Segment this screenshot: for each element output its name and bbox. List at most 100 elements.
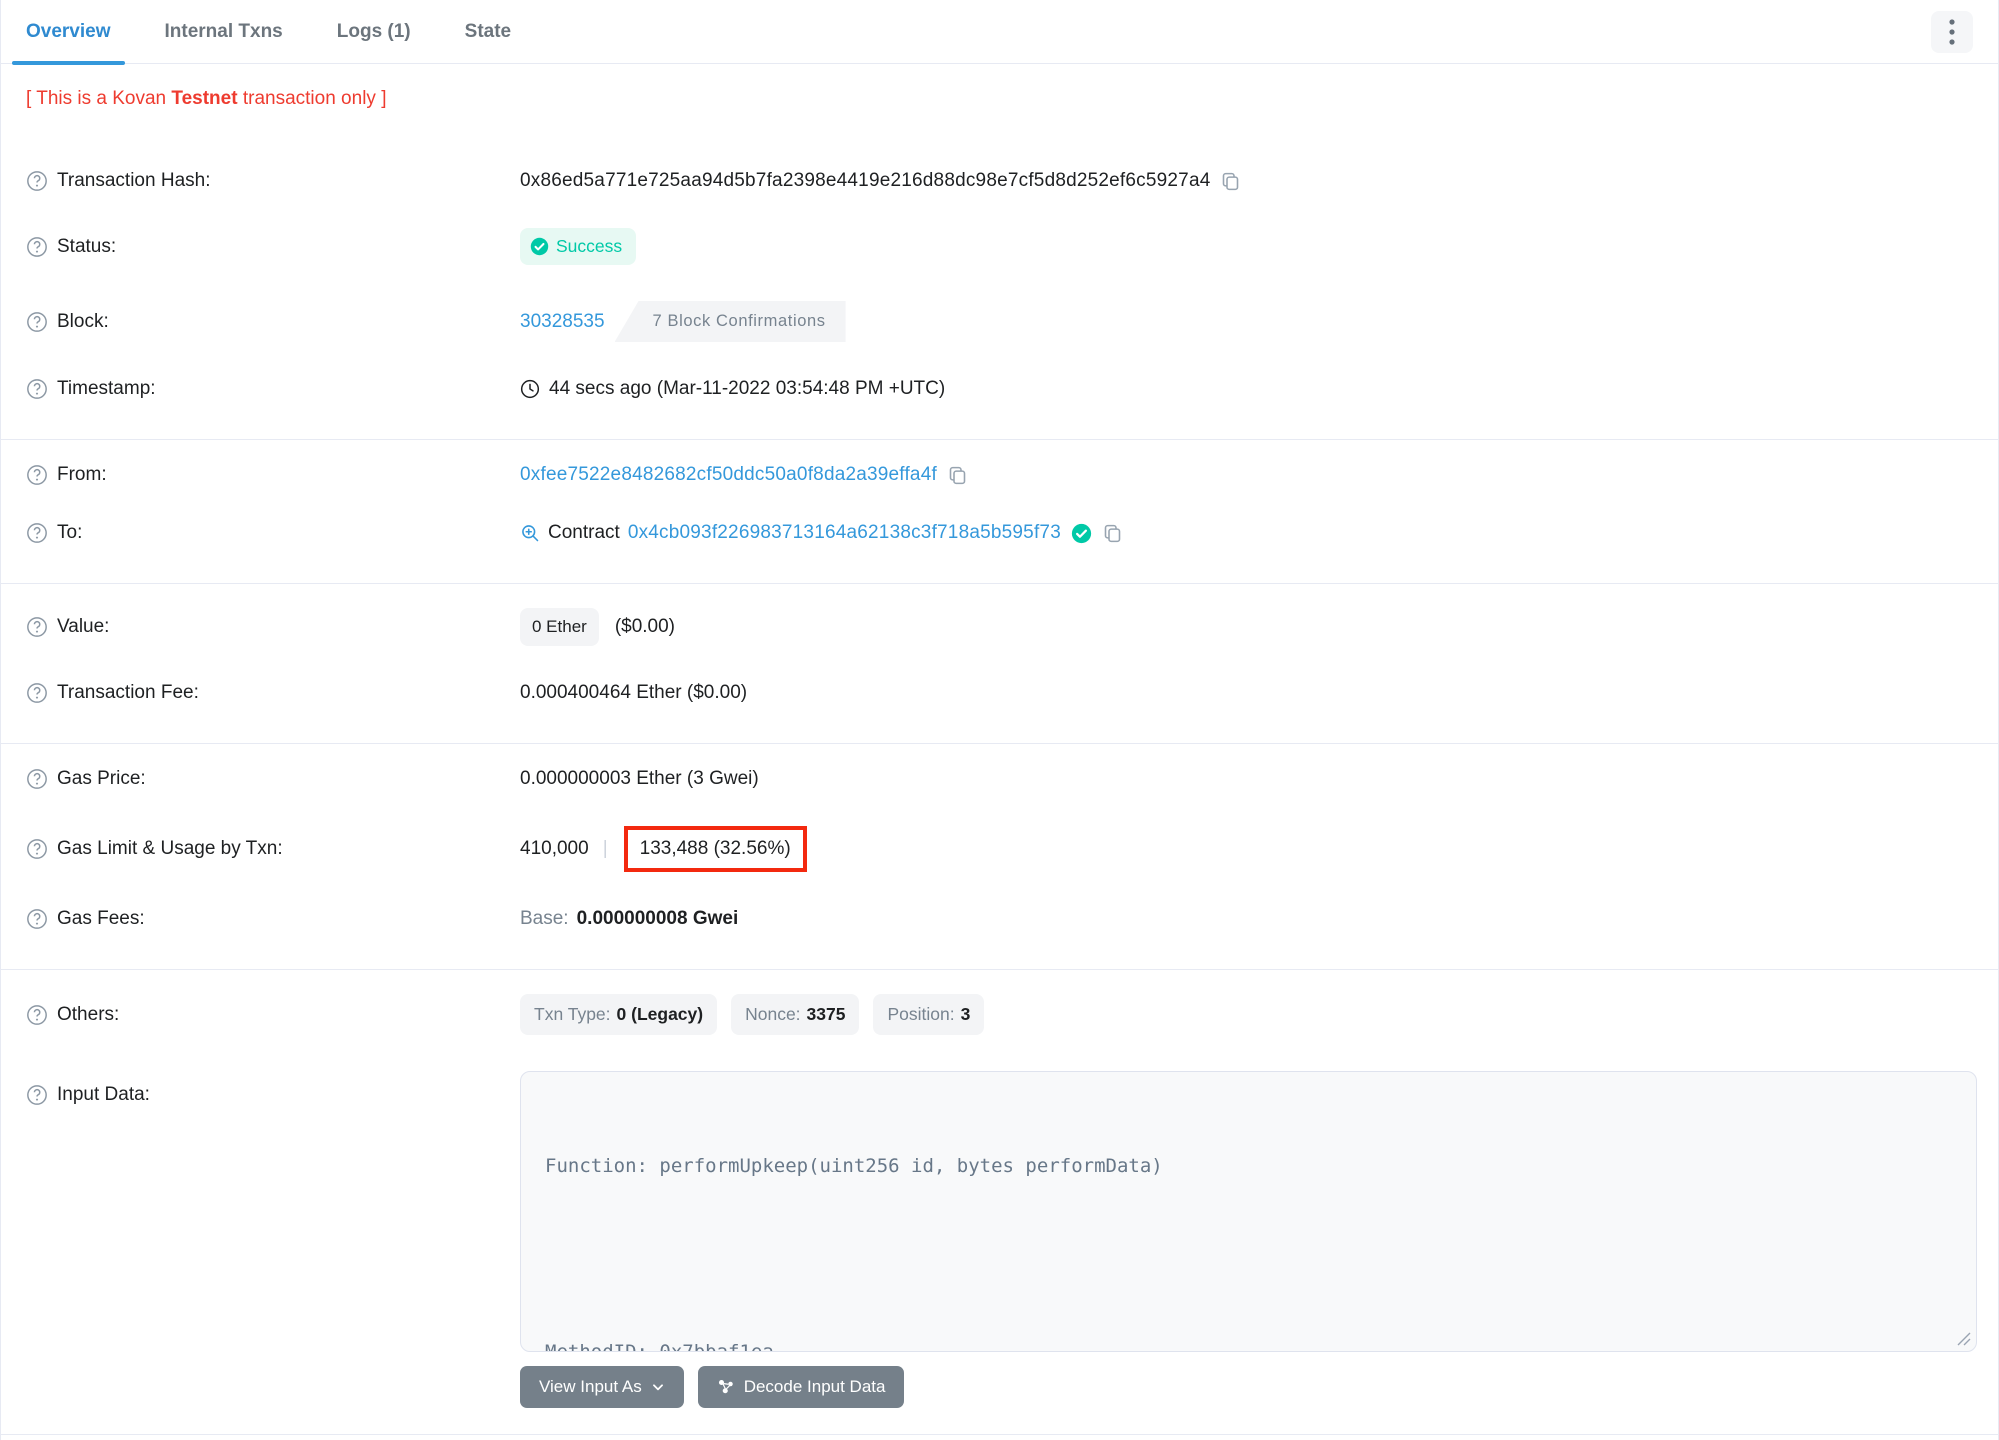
position-badge: Position: 3 bbox=[873, 994, 985, 1035]
help-icon[interactable] bbox=[26, 378, 48, 400]
gas-price-value: 0.000000003 Ether (3 Gwei) bbox=[520, 768, 1998, 790]
gas-usage-annotation-box: 133,488 (32.56%) bbox=[623, 826, 807, 872]
gas-price-text: 0.000000003 Ether (3 Gwei) bbox=[520, 768, 759, 789]
decode-input-data-button[interactable]: Decode Input Data bbox=[697, 1366, 905, 1408]
section-others-input: Others: Txn Type: 0 (Legacy) Nonce: 3375… bbox=[1, 976, 1998, 1408]
help-icon[interactable] bbox=[26, 311, 48, 333]
warning-bold: Testnet bbox=[171, 88, 238, 109]
kebab-icon bbox=[1949, 18, 1955, 45]
input-data-label: Input Data: bbox=[26, 1071, 520, 1106]
decode-icon bbox=[718, 1379, 733, 1394]
copy-icon[interactable] bbox=[1220, 171, 1241, 192]
label-text: Gas Fees: bbox=[57, 908, 145, 929]
method-id: MethodID: 0x7bbaf1ea bbox=[545, 1341, 774, 1352]
row-value: Value: 0 Ether ($0.00) bbox=[1, 590, 1998, 664]
help-icon[interactable] bbox=[26, 236, 48, 258]
input-data-wrap: Function: performUpkeep(uint256 id, byte… bbox=[520, 1071, 1998, 1408]
ether-amount-badge: 0 Ether bbox=[520, 608, 599, 646]
timestamp-label: Timestamp: bbox=[26, 378, 520, 400]
to-value: Contract 0x4cb093f226983713164a62138c3f7… bbox=[520, 522, 1998, 544]
gas-price-label: Gas Price: bbox=[26, 768, 520, 790]
transaction-hash-label: Transaction Hash: bbox=[26, 170, 520, 192]
contract-word: Contract bbox=[548, 522, 620, 543]
base-fee-label: Base: bbox=[520, 908, 569, 929]
success-check-icon bbox=[530, 237, 549, 256]
value-label: Value: bbox=[26, 616, 520, 638]
row-gas-limit-usage: Gas Limit & Usage by Txn: 410,000 | 133,… bbox=[1, 808, 1998, 890]
help-icon[interactable] bbox=[26, 616, 48, 638]
label-text: To: bbox=[57, 522, 83, 543]
label-text: Others: bbox=[57, 1003, 120, 1025]
label-text: Gas Limit & Usage by Txn: bbox=[57, 838, 283, 859]
block-confirmations-badge: 7 Block Confirmations bbox=[614, 301, 846, 342]
input-data-actions: View Input As Decode Input Data bbox=[520, 1366, 1977, 1408]
value-value: 0 Ether ($0.00) bbox=[520, 608, 1998, 646]
help-icon[interactable] bbox=[26, 1084, 48, 1106]
help-icon[interactable] bbox=[26, 682, 48, 704]
row-to: To: Contract 0x4cb093f226983713164a62138… bbox=[1, 504, 1998, 562]
status-text: Success bbox=[556, 236, 623, 256]
function-signature: Function: performUpkeep(uint256 id, byte… bbox=[545, 1155, 1163, 1177]
badge-key: Position: bbox=[887, 1004, 955, 1024]
timestamp-text: 44 secs ago (Mar-11-2022 03:54:48 PM +UT… bbox=[549, 378, 946, 399]
block-number-link[interactable]: 30328535 bbox=[520, 311, 605, 333]
row-transaction-fee: Transaction Fee: 0.000400464 Ether ($0.0… bbox=[1, 664, 1998, 722]
decode-input-data-label: Decode Input Data bbox=[743, 1377, 886, 1396]
timestamp-value: 44 secs ago (Mar-11-2022 03:54:48 PM +UT… bbox=[520, 378, 1998, 400]
zoom-in-icon[interactable] bbox=[520, 523, 540, 543]
help-icon[interactable] bbox=[26, 1004, 48, 1026]
copy-icon[interactable] bbox=[947, 465, 968, 486]
tab-bar: Overview Internal Txns Logs (1) State bbox=[1, 0, 1998, 65]
bottom-divider bbox=[1, 1434, 1998, 1435]
help-icon[interactable] bbox=[26, 522, 48, 544]
from-value: 0xfee7522e8482682cf50ddc50a0f8da2a39effa… bbox=[520, 464, 1998, 486]
label-text: Transaction Hash: bbox=[57, 170, 211, 191]
tab-internal-txns[interactable]: Internal Txns bbox=[151, 0, 297, 64]
block-label: Block: bbox=[26, 311, 520, 333]
tab-state[interactable]: State bbox=[451, 0, 525, 64]
gas-limit-text: 410,000 bbox=[520, 838, 589, 859]
section-gas: Gas Price: 0.000000003 Ether (3 Gwei) Ga… bbox=[1, 750, 1998, 948]
from-address-link[interactable]: 0xfee7522e8482682cf50ddc50a0f8da2a39effa… bbox=[520, 464, 937, 486]
badge-value: 3375 bbox=[806, 1004, 846, 1024]
to-label: To: bbox=[26, 522, 520, 544]
others-value: Txn Type: 0 (Legacy) Nonce: 3375 Positio… bbox=[520, 994, 1998, 1035]
chevron-down-icon bbox=[652, 1384, 663, 1391]
row-from: From: 0xfee7522e8482682cf50ddc50a0f8da2a… bbox=[1, 446, 1998, 504]
label-text: Gas Price: bbox=[57, 768, 146, 789]
transaction-hash: 0x86ed5a771e725aa94d5b7fa2398e4419e216d8… bbox=[520, 170, 1211, 191]
gas-fees-label: Gas Fees: bbox=[26, 908, 520, 930]
label-text: Transaction Fee: bbox=[57, 682, 199, 703]
section-value: Value: 0 Ether ($0.00) Transaction Fee: … bbox=[1, 590, 1998, 722]
tab-overview[interactable]: Overview bbox=[12, 0, 125, 65]
view-input-as-button[interactable]: View Input As bbox=[520, 1366, 684, 1408]
usd-amount: ($0.00) bbox=[614, 616, 676, 637]
tab-logs[interactable]: Logs (1) bbox=[323, 0, 425, 64]
resize-handle-icon[interactable] bbox=[1955, 1330, 1971, 1346]
row-gas-price: Gas Price: 0.000000003 Ether (3 Gwei) bbox=[1, 750, 1998, 808]
input-data-box[interactable]: Function: performUpkeep(uint256 id, byte… bbox=[520, 1071, 1977, 1352]
badge-key: Nonce: bbox=[745, 1004, 801, 1024]
help-icon[interactable] bbox=[26, 768, 48, 790]
others-label: Others: bbox=[26, 1004, 520, 1026]
label-text: Input Data: bbox=[57, 1084, 150, 1105]
help-icon[interactable] bbox=[26, 838, 48, 860]
badge-key: Txn Type: bbox=[534, 1004, 611, 1024]
row-transaction-hash: Transaction Hash: 0x86ed5a771e725aa94d5b… bbox=[1, 152, 1998, 210]
row-gas-fees: Gas Fees: Base: 0.000000008 Gwei bbox=[1, 890, 1998, 948]
help-icon[interactable] bbox=[26, 908, 48, 930]
row-input-data: Input Data: Function: performUpkeep(uint… bbox=[1, 1053, 1998, 1408]
copy-icon[interactable] bbox=[1102, 523, 1123, 544]
help-icon[interactable] bbox=[26, 464, 48, 486]
row-timestamp: Timestamp: 44 secs ago (Mar-11-2022 03:5… bbox=[1, 360, 1998, 418]
nonce-badge: Nonce: 3375 bbox=[731, 994, 860, 1035]
to-address-link[interactable]: 0x4cb093f226983713164a62138c3f718a5b595f… bbox=[628, 522, 1061, 544]
label-text: Block: bbox=[57, 310, 109, 332]
more-options-button[interactable] bbox=[1931, 10, 1973, 53]
badge-value: 0 (Legacy) bbox=[616, 1004, 704, 1024]
row-block: Block: 30328535 7 Block Confirmations bbox=[1, 283, 1998, 360]
separator: | bbox=[602, 838, 608, 859]
base-fee-value: 0.000000008 Gwei bbox=[576, 908, 739, 929]
transaction-overview-card: Overview Internal Txns Logs (1) State [ … bbox=[0, 0, 1999, 1440]
help-icon[interactable] bbox=[26, 170, 48, 192]
